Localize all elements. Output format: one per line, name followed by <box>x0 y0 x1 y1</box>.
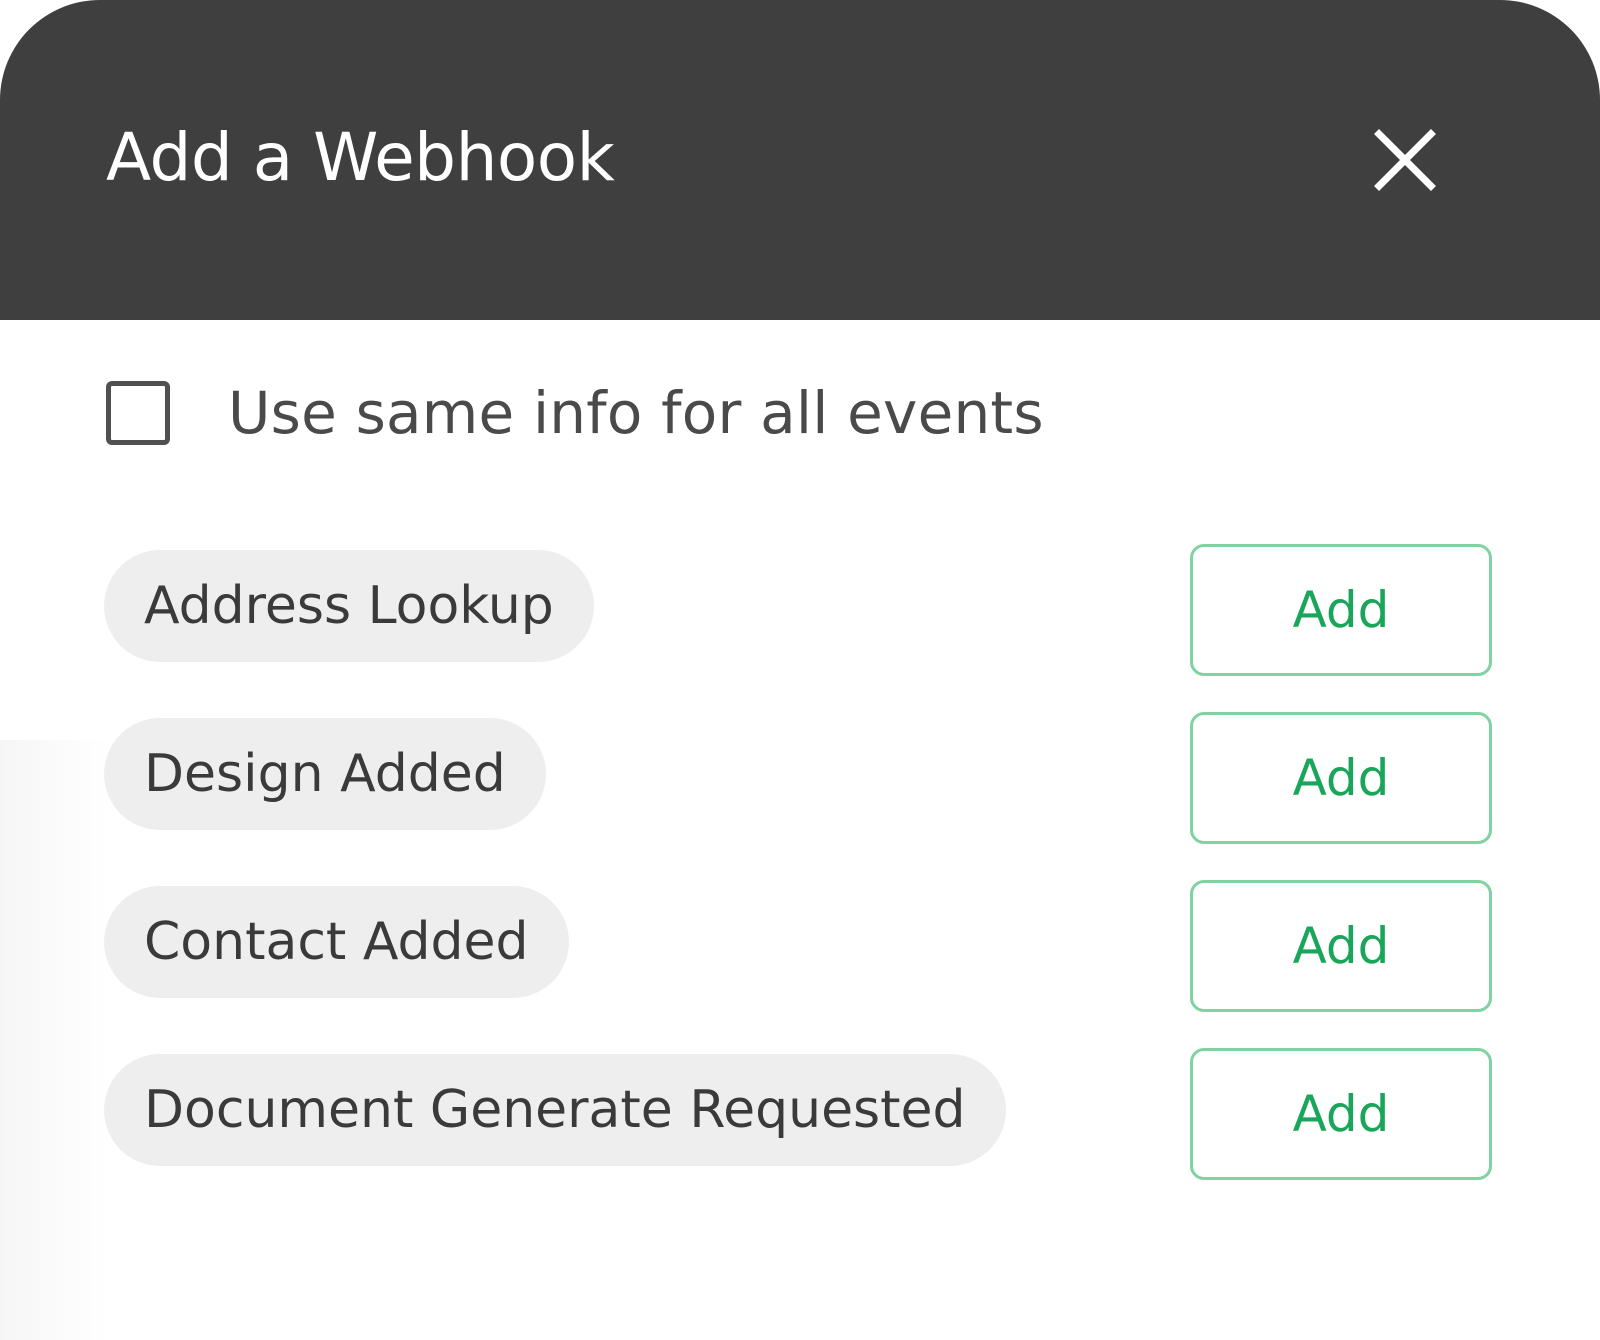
event-chip: Document Generate Requested <box>104 1054 1006 1166</box>
modal-body: Use same info for all events Address Loo… <box>0 320 1600 1340</box>
add-webhook-modal: Add a Webhook Use same info for all even… <box>0 0 1600 1340</box>
same-info-checkbox[interactable] <box>106 381 170 445</box>
add-button[interactable]: Add <box>1190 544 1492 676</box>
close-button[interactable] <box>1365 120 1445 200</box>
event-row-document-generate-requested: Document Generate Requested Add <box>104 1048 1494 1180</box>
event-chip: Address Lookup <box>104 550 594 662</box>
close-icon <box>1374 129 1436 191</box>
add-button[interactable]: Add <box>1190 712 1492 844</box>
event-row-contact-added: Contact Added Add <box>104 880 1494 1012</box>
event-row-address-lookup: Address Lookup Add <box>104 544 1494 676</box>
edge-shadow <box>0 740 110 1340</box>
event-chip: Design Added <box>104 718 546 830</box>
event-row-design-added: Design Added Add <box>104 712 1494 844</box>
same-info-option[interactable]: Use same info for all events <box>106 376 1044 450</box>
add-button[interactable]: Add <box>1190 1048 1492 1180</box>
modal-header: Add a Webhook <box>0 0 1600 320</box>
same-info-label: Use same info for all events <box>228 379 1044 447</box>
add-button[interactable]: Add <box>1190 880 1492 1012</box>
event-chip: Contact Added <box>104 886 569 998</box>
modal-title: Add a Webhook <box>106 119 615 196</box>
